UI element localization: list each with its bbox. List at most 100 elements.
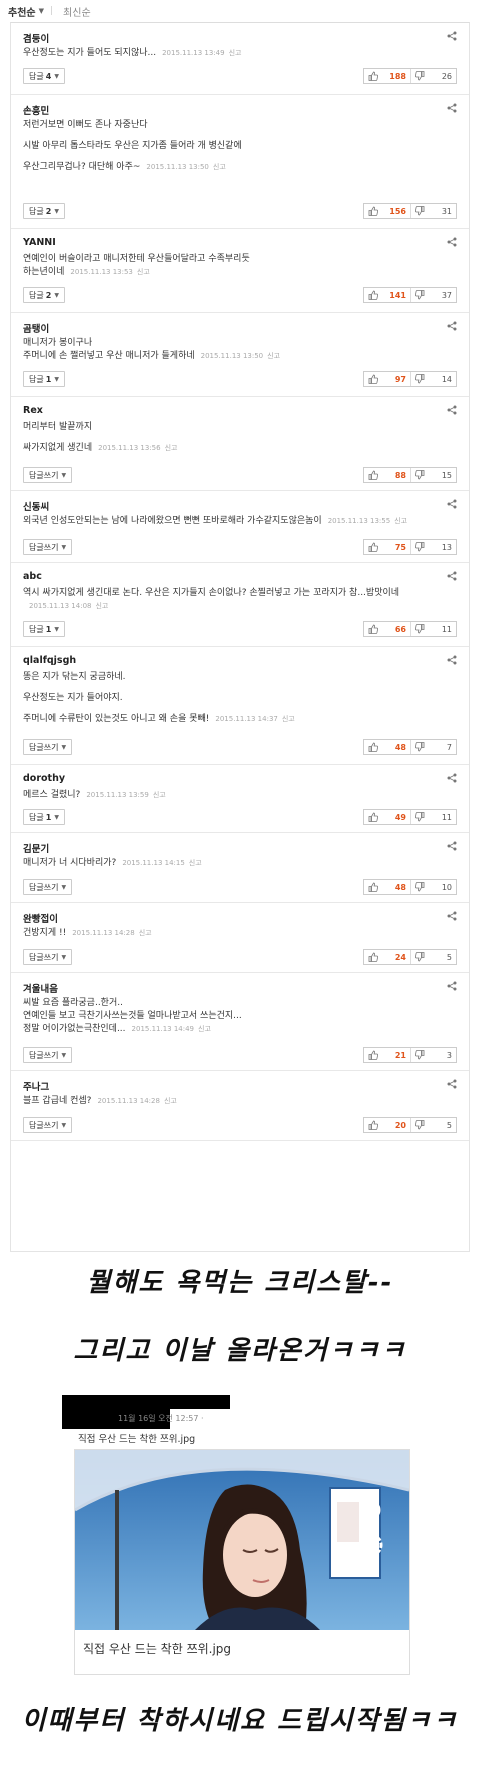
dislike-button[interactable]: 26	[410, 69, 456, 83]
reply-button[interactable]: 답글쓰기 ▼	[23, 1117, 73, 1133]
reply-button[interactable]: 답글 4 ▼	[23, 68, 65, 84]
comment-text: 메르스 걸렸니? 2015.11.13 13:59 신고	[23, 790, 166, 800]
share-icon[interactable]	[447, 911, 457, 921]
reply-label: 답글쓰기	[29, 952, 59, 962]
report-link[interactable]: 신고	[198, 1025, 211, 1033]
dislike-button[interactable]: 7	[410, 740, 456, 754]
like-count: 75	[394, 542, 406, 552]
dislike-button[interactable]: 37	[410, 288, 456, 302]
comment-time: 2015.11.13 13:49	[162, 49, 225, 57]
comment-text: 저런거보면 이뻐도 존나 자중난다	[23, 120, 148, 130]
sort-recommended-button[interactable]: 추천순 ▼	[8, 4, 44, 19]
dislike-button[interactable]: 14	[410, 372, 456, 386]
social-post: 11월 16일 오전 12:57 · 직접 우산 드는 착한 쯔위.jpg 직접…	[58, 1395, 418, 1675]
chevron-down-icon: ▼	[54, 813, 59, 821]
share-icon[interactable]	[447, 103, 457, 113]
like-button[interactable]: 49	[364, 810, 410, 824]
comment-time: 2015.11.13 14:49	[131, 1025, 195, 1033]
dislike-count: 10	[441, 882, 452, 892]
reply-button[interactable]: 답글쓰기 ▼	[23, 879, 73, 895]
share-icon[interactable]	[447, 981, 457, 991]
like-button[interactable]: 97	[364, 372, 410, 386]
comment-author: qlalfqjsgh	[23, 655, 77, 666]
comment-item: 신동씨 외국년 인성도안되는는 남에 나라에왔으면 뻔뻔 또바로해라 가수같지도…	[11, 491, 469, 563]
comment-body: 외국년 인성도안되는는 남에 나라에왔으면 뻔뻔 또바로해라 가수같지도않은놈이…	[23, 515, 443, 528]
like-button[interactable]: 20	[364, 1118, 410, 1132]
share-icon[interactable]	[447, 31, 457, 41]
share-icon[interactable]	[447, 237, 457, 247]
vote-group: 48 10	[363, 879, 457, 895]
dislike-button[interactable]: 13	[410, 540, 456, 554]
thumbs-down-icon	[415, 1120, 425, 1130]
dislike-button[interactable]: 5	[410, 1118, 456, 1132]
reply-button[interactable]: 답글쓰기 ▼	[23, 949, 73, 965]
comment-text: 정말 어이가없는극찬인데... 2015.11.13 14:49 신고	[23, 1024, 211, 1034]
dislike-button[interactable]: 31	[410, 204, 456, 218]
share-icon[interactable]	[447, 571, 457, 581]
comment-item: 완빵접이 건방지게 !! 2015.11.13 14:28 신고 답글쓰기 ▼ 24…	[11, 903, 469, 973]
comment-time: 2015.11.13 13:56	[98, 444, 161, 452]
like-button[interactable]: 188	[364, 69, 410, 83]
reply-label: 답글	[29, 624, 44, 634]
report-link[interactable]: 신고	[229, 49, 242, 57]
like-button[interactable]: 141	[364, 288, 410, 302]
dislike-button[interactable]: 11	[410, 810, 456, 824]
like-count: 48	[394, 882, 406, 892]
share-icon[interactable]	[447, 1079, 457, 1089]
dislike-button[interactable]: 15	[410, 468, 456, 482]
reply-button[interactable]: 답글 1 ▼	[23, 809, 65, 825]
reply-button[interactable]: 답글 2 ▼	[23, 203, 65, 219]
like-button[interactable]: 21	[364, 1048, 410, 1062]
report-link[interactable]: 신고	[139, 929, 152, 937]
reply-button[interactable]: 답글 2 ▼	[23, 287, 65, 303]
like-button[interactable]: 156	[364, 204, 410, 218]
thumbs-up-icon	[368, 71, 378, 81]
dislike-count: 5	[446, 952, 452, 962]
share-icon[interactable]	[447, 405, 457, 415]
like-button[interactable]: 66	[364, 622, 410, 636]
comment-text: 주머니에 손 쩔러넣고 우산 매니저가 들게하네 2015.11.13 13:50…	[23, 351, 281, 361]
report-link[interactable]: 신고	[164, 1097, 177, 1105]
report-link[interactable]: 신고	[137, 268, 150, 276]
reply-button[interactable]: 답글 1 ▼	[23, 371, 65, 387]
reply-button[interactable]: 답글쓰기 ▼	[23, 1047, 73, 1063]
like-button[interactable]: 75	[364, 540, 410, 554]
reply-button[interactable]: 답글 1 ▼	[23, 621, 65, 637]
comment-time: 2015.11.13 13:53	[70, 268, 133, 276]
comment-meta: 2015.11.13 13:55 신고	[328, 517, 407, 525]
link-card[interactable]: 직접 우산 드는 착한 쯔위.jpg	[74, 1449, 410, 1675]
like-button[interactable]: 24	[364, 950, 410, 964]
sort-latest-button[interactable]: 최신순	[63, 4, 91, 19]
report-link[interactable]: 신고	[153, 791, 166, 799]
report-link[interactable]: 신고	[282, 715, 295, 723]
comment-body: 연예인이 버슬이라고 매니저한테 우산들어달라고 수족부리듯 하는년이네 2015.…	[23, 253, 443, 279]
comment-meta: 2015.11.13 13:50 신고	[146, 163, 225, 171]
vote-group: 97 14	[363, 371, 457, 387]
reply-button[interactable]: 답글쓰기 ▼	[23, 539, 73, 555]
share-icon[interactable]	[447, 841, 457, 851]
reply-button[interactable]: 답글쓰기 ▼	[23, 467, 73, 483]
report-link[interactable]: 신고	[267, 352, 280, 360]
share-icon[interactable]	[447, 773, 457, 783]
chevron-down-icon: ▼	[61, 883, 67, 891]
report-link[interactable]: 신고	[213, 163, 226, 171]
report-link[interactable]: 신고	[189, 859, 202, 867]
report-link[interactable]: 신고	[95, 602, 108, 610]
reply-button[interactable]: 답글쓰기 ▼	[23, 739, 73, 755]
dislike-button[interactable]: 3	[410, 1048, 456, 1062]
like-button[interactable]: 48	[364, 880, 410, 894]
dislike-button[interactable]: 11	[410, 622, 456, 636]
report-link[interactable]: 신고	[165, 444, 178, 452]
like-button[interactable]: 48	[364, 740, 410, 754]
like-button[interactable]: 88	[364, 468, 410, 482]
comment-item: YANNI 연예인이 버슬이라고 매니저한테 우산들어달라고 수족부리듯 하는년이…	[11, 229, 469, 313]
share-icon[interactable]	[447, 499, 457, 509]
report-link[interactable]: 신고	[394, 517, 407, 525]
share-icon[interactable]	[447, 655, 457, 665]
chevron-down-icon: ▼	[54, 625, 59, 633]
reply-count: 2	[45, 290, 52, 300]
share-icon[interactable]	[447, 321, 457, 331]
comment-item: 곰탱이 매니저가 봉이구나 주머니에 손 쩔러넣고 우산 매니저가 들게하네 201…	[11, 313, 469, 397]
dislike-button[interactable]: 5	[410, 950, 456, 964]
dislike-button[interactable]: 10	[410, 880, 456, 894]
